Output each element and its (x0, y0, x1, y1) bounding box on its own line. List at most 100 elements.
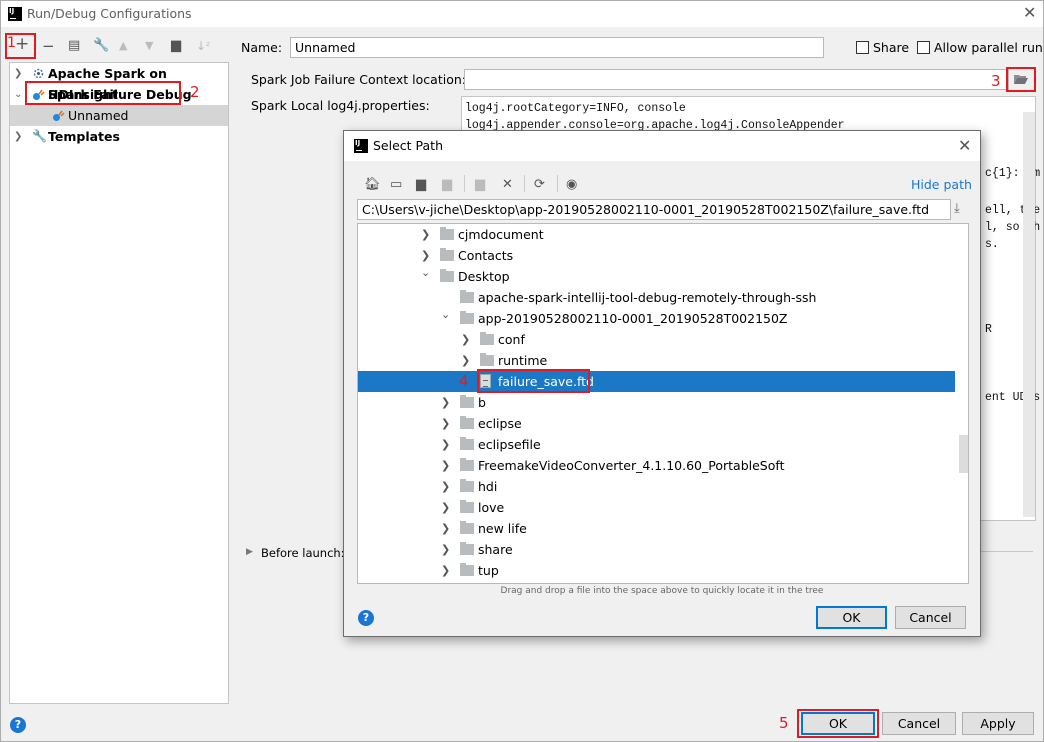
file-tree-folder-row[interactable]: ⌄ app-20190528002110-0001_20190528T002150… (358, 308, 968, 329)
chevron-right-icon[interactable]: ❯ (441, 413, 450, 434)
select-path-dialog: IJ Select Path ✕ 🏠︎ ▭ ▆ ▆ ▆ ✕ ⟳ ◉ Hide p… (343, 130, 981, 637)
annotation-number-5: 5 (779, 714, 789, 732)
configuration-tree: ❯ Apache Spark on HDInsight ⌄ Spark Fail… (9, 62, 229, 704)
log4j-scrollbar[interactable] (1023, 112, 1035, 517)
refresh-icon[interactable]: ⟳ (534, 177, 545, 192)
folder-icon (460, 311, 474, 324)
file-tree-label: app-20190528002110-0001_20190528T002150Z (478, 311, 788, 326)
file-tree-folder-row[interactable]: ❯ share (358, 539, 968, 560)
file-tree-label: eclipsefile (478, 437, 541, 452)
dialog-ok-button[interactable]: OK (816, 606, 887, 629)
annotation-box-4 (477, 369, 590, 393)
chevron-down-icon[interactable]: ⌄ (421, 262, 430, 283)
file-tree-folder-row[interactable]: ❯ eclipse (358, 413, 968, 434)
before-launch-divider (981, 551, 1033, 552)
spark-hdinsight-icon (33, 68, 44, 79)
module-folder-icon[interactable]: ▆ (442, 177, 452, 192)
new-folder-icon[interactable]: ▆ (171, 38, 181, 54)
close-icon[interactable]: ✕ (1023, 3, 1036, 22)
chevron-right-icon[interactable]: ❯ (441, 518, 450, 539)
folder-icon (440, 248, 454, 261)
wrench-icon[interactable]: 🔧 (93, 38, 109, 54)
tree-item-unnamed[interactable]: Unnamed (10, 105, 228, 126)
file-tree-folder-row[interactable]: ❯ love (358, 497, 968, 518)
file-tree-folder-row[interactable]: ❯ conf (358, 329, 968, 350)
copy-icon[interactable]: ▤ (68, 38, 80, 54)
remove-icon[interactable]: − (42, 38, 55, 54)
share-checkbox[interactable] (856, 41, 869, 54)
sort-icon[interactable]: ↓ᶻ (196, 38, 210, 54)
file-tree-folder-row[interactable]: ❯ FreemakeVideoConverter_4.1.10.60_Portab… (358, 455, 968, 476)
dialog-cancel-button[interactable]: Cancel (895, 606, 966, 629)
chevron-right-icon[interactable]: ❯ (441, 476, 450, 497)
chevron-right-icon[interactable]: ❯ (441, 497, 450, 518)
chevron-right-icon[interactable]: ❯ (461, 329, 470, 350)
expand-triangle-icon[interactable]: ▶ (246, 547, 253, 557)
download-icon[interactable]: ⤓ (954, 201, 960, 216)
chevron-right-icon[interactable]: ❯ (421, 224, 430, 245)
move-down-icon[interactable]: ▼ (145, 38, 153, 54)
chevron-right-icon[interactable]: ❯ (441, 539, 450, 560)
file-tree-folder-row[interactable]: ⌄ Desktop (358, 266, 968, 287)
name-input[interactable]: Unnamed (290, 37, 824, 58)
chevron-right-icon[interactable]: ❯ (461, 350, 470, 371)
file-tree-folder-row[interactable]: ❯ runtime (358, 350, 968, 371)
file-tree-label: conf (498, 332, 525, 347)
file-tree-file-row[interactable]: failure_save.ftd 4 (358, 369, 955, 393)
help-icon[interactable]: ? (358, 610, 374, 626)
folder-icon (460, 563, 474, 576)
hide-path-link[interactable]: Hide path (911, 177, 972, 192)
show-hidden-icon[interactable]: ◉ (566, 177, 577, 192)
file-tree-folder-row[interactable]: ❯ eclipsefile (358, 434, 968, 455)
before-launch-label[interactable]: Before launch: E (261, 546, 355, 560)
failure-context-input[interactable] (464, 69, 1009, 90)
annotation-box-5 (797, 709, 879, 738)
name-label: Name: (241, 40, 283, 55)
allow-parallel-run-checkbox[interactable] (917, 41, 930, 54)
chevron-right-icon[interactable]: ❯ (14, 63, 22, 84)
move-up-icon[interactable]: ▲ (119, 38, 127, 54)
new-folder-icon[interactable]: ▆ (475, 177, 485, 192)
close-icon[interactable]: ✕ (958, 136, 971, 155)
folder-icon (440, 269, 454, 282)
dialog-title: Select Path (373, 138, 443, 153)
file-tree: ❯ cjmdocument ❯ Contacts ⌄ Desktop apache-spar… (357, 223, 969, 584)
path-input[interactable]: C:\Users\v-jiche\Desktop\app-20190528002… (357, 199, 951, 220)
tree-item-templates[interactable]: ❯ 🔧 Templates (10, 126, 228, 147)
project-folder-icon[interactable]: ▆ (416, 177, 426, 192)
file-tree-folder-row[interactable]: ❯ Contacts (358, 245, 968, 266)
file-tree-scrollbar[interactable] (956, 224, 968, 583)
help-icon[interactable]: ? (10, 717, 26, 733)
intellij-logo-icon: IJ (8, 7, 22, 21)
file-tree-folder-row[interactable]: ❯ hdi (358, 476, 968, 497)
folder-icon (460, 542, 474, 555)
file-tree-folder-row[interactable]: ❯ tup (358, 560, 968, 581)
chevron-down-icon[interactable]: ⌄ (14, 84, 22, 105)
log4j-line-1: log4j.rootCategory=INFO, console (465, 102, 686, 115)
chevron-down-icon[interactable]: ⌄ (441, 304, 450, 325)
file-tree-folder-row[interactable]: ❯ cjmdocument (358, 224, 968, 245)
chevron-right-icon[interactable]: ❯ (441, 392, 450, 413)
title-bar: IJ Run/Debug Configurations ✕ (1, 1, 1043, 27)
delete-icon[interactable]: ✕ (502, 177, 513, 192)
file-tree-scrollbar-thumb[interactable] (959, 435, 968, 473)
drag-drop-hint: Drag and drop a file into the space abov… (500, 586, 824, 596)
desktop-icon[interactable]: ▭ (390, 177, 402, 192)
file-tree-label: FreemakeVideoConverter_4.1.10.60_Portabl… (478, 458, 785, 473)
chevron-right-icon[interactable]: ❯ (441, 434, 450, 455)
log4j-fragment: R (985, 323, 992, 336)
file-tree-label: Contacts (458, 248, 514, 263)
home-icon[interactable]: 🏠︎ (364, 177, 381, 192)
log4j-fragment: s. (985, 238, 999, 251)
folder-icon (440, 227, 454, 240)
file-tree-folder-row[interactable]: ❯ new life (358, 518, 968, 539)
file-tree-folder-row[interactable]: ❯ b (358, 392, 968, 413)
cancel-button[interactable]: Cancel (882, 712, 956, 735)
chevron-right-icon[interactable]: ❯ (441, 455, 450, 476)
file-tree-label: share (478, 542, 513, 557)
window-title: Run/Debug Configurations (27, 6, 192, 21)
apply-button[interactable]: Apply (962, 712, 1034, 735)
annotation-number-4: 4 (459, 372, 469, 390)
chevron-right-icon[interactable]: ❯ (441, 560, 450, 581)
chevron-right-icon[interactable]: ❯ (14, 126, 22, 147)
